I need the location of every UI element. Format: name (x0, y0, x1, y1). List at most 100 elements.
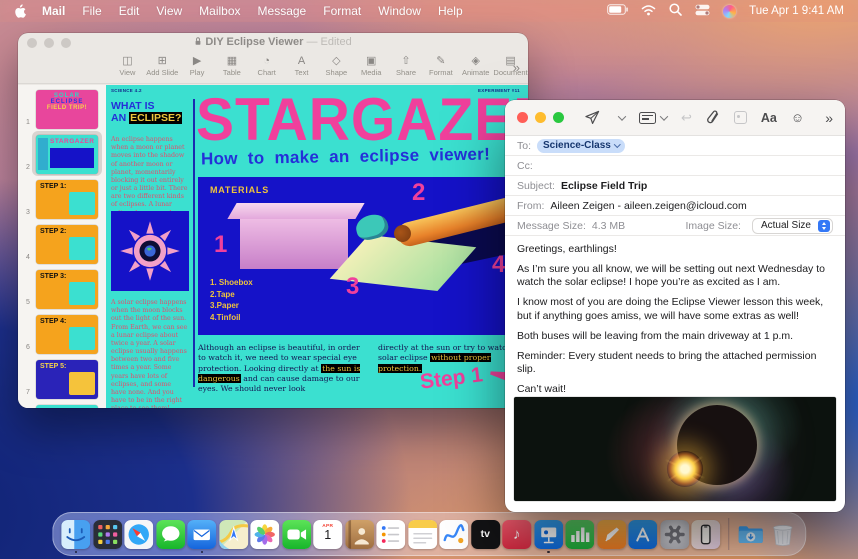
toolbar-format-button[interactable]: ✎ Format (423, 55, 458, 77)
zoom-button[interactable] (553, 112, 564, 123)
toolbar-media-button[interactable]: ▣ Media (354, 55, 389, 77)
dock-icon-app-store[interactable] (628, 515, 658, 553)
toolbar-shape-button[interactable]: ◇ Shape (319, 55, 354, 77)
figure-number-4: 4 (492, 251, 506, 278)
slide-thumbnail-1[interactable]: 1 SOLAR ECLIPSE FIELD TRIP! (18, 88, 106, 133)
dock-icon-contacts[interactable] (344, 515, 374, 553)
format-icon: ✎ (436, 55, 446, 67)
menu-bar-clock[interactable]: Tue Apr 1 9:41 AM (749, 5, 844, 17)
dock-icon-numbers[interactable] (565, 515, 595, 553)
dock-icon-calendar[interactable]: APR 1 (313, 515, 343, 553)
control-center-icon[interactable] (695, 4, 710, 19)
header-fields-button[interactable] (639, 111, 669, 124)
text-icon: A (297, 55, 306, 67)
dock-icon-keynote[interactable] (533, 515, 563, 553)
dock-icon-facetime[interactable] (281, 515, 311, 553)
slide-thumbnail-6[interactable]: 6 STEP 4: (18, 313, 106, 358)
apple-menu-icon[interactable] (14, 4, 26, 18)
slide-thumbnail-7[interactable]: 7 STEP 5: (18, 358, 106, 403)
keynote-toolbar: ◫ View ⊞ Add Slide ▶ Play ▦ Table ◔ Chart A Te… (18, 53, 528, 84)
toolbar-view-button[interactable]: ◫ View (110, 55, 145, 77)
document-icon: ▤ (505, 55, 516, 67)
slide-thumbnail-5[interactable]: 5 STEP 3: (18, 268, 106, 313)
eclipse-attachment-image[interactable] (514, 397, 836, 501)
spotlight-icon[interactable] (669, 3, 682, 19)
music-note-icon: ♪ (502, 519, 532, 549)
image-size-select[interactable]: Actual Size (751, 217, 833, 234)
dock-icon-system-settings[interactable] (659, 515, 689, 553)
keynote-window-title: DIY Eclipse Viewer — Edited (18, 36, 528, 48)
keynote-edited-label: — Edited (306, 36, 352, 48)
menu-message[interactable]: Message (258, 4, 307, 18)
toolbar-table-button[interactable]: ▦ Table (214, 55, 249, 77)
animate-icon: ◈ (471, 55, 480, 67)
dock-icon-launchpad[interactable] (92, 515, 122, 553)
mail-compose-window: ↩ Aa ☺ » To: Science-Class Cc: Subject: … (505, 100, 845, 512)
dock-icon-apple-tv[interactable]: tv (470, 515, 500, 553)
toolbar-play-button[interactable]: ▶ Play (180, 55, 215, 77)
toolbar-text-button[interactable]: A Text (284, 55, 319, 77)
slide-thumbnail-4[interactable]: 4 STEP 2: (18, 223, 106, 268)
slide-thumbnail-2-selected[interactable]: 2 STARGAZER (18, 131, 106, 178)
media-icon: ▣ (366, 55, 377, 67)
dock-icon-maps[interactable] (218, 515, 248, 553)
menu-help[interactable]: Help (438, 4, 463, 18)
menu-view[interactable]: View (156, 4, 182, 18)
menu-window[interactable]: Window (378, 4, 421, 18)
dock-icon-finder[interactable] (61, 515, 91, 553)
dock-icon-music[interactable]: ♪ (502, 515, 532, 553)
dock-icon-trash[interactable] (768, 515, 797, 553)
siri-icon[interactable] (723, 4, 737, 18)
wifi-icon[interactable] (641, 4, 656, 19)
shoebox-lid-illustration (227, 203, 365, 219)
from-field[interactable]: From: Aileen Zeigen - aileen.zeigen@iclo… (505, 196, 845, 216)
menu-mail[interactable]: Mail (42, 4, 65, 18)
table-icon: ▦ (226, 55, 238, 67)
tv-glyph: tv (470, 519, 500, 549)
slide-thumbnail-3[interactable]: 3 STEP 1: (18, 178, 106, 223)
running-indicator (74, 550, 77, 553)
recipient-token[interactable]: Science-Class (537, 138, 626, 153)
menu-edit[interactable]: Edit (119, 4, 140, 18)
dock-icon-messages[interactable] (155, 515, 185, 553)
toolbar-add-slide-button[interactable]: ⊞ Add Slide (145, 55, 180, 77)
slide-thumbnail-8[interactable]: 8 DID YOU KNOW (18, 403, 106, 408)
send-options-chevron-icon[interactable] (614, 111, 627, 121)
slide-canvas[interactable]: SCIENCE 4.2 EXPERIMENT #11 WHAT IS AN EC… (106, 85, 528, 408)
format-text-button[interactable]: Aa (761, 111, 777, 125)
to-field[interactable]: To: Science-Class (505, 136, 845, 156)
running-indicator (200, 550, 203, 553)
menu-format[interactable]: Format (323, 4, 361, 18)
cc-field[interactable]: Cc: (505, 156, 845, 176)
cc-label: Cc: (517, 159, 533, 172)
body-paragraph: Greetings, earthlings! (517, 243, 617, 255)
minimize-button[interactable] (535, 112, 546, 123)
dock-icon-downloads[interactable] (736, 515, 765, 553)
slide-divider (193, 99, 195, 387)
dock-icon-safari[interactable] (124, 515, 154, 553)
dock-icon-iphone-mirroring[interactable] (691, 515, 721, 553)
dock-icon-photos[interactable] (250, 515, 280, 553)
subject-field[interactable]: Subject: Eclipse Field Trip (505, 176, 845, 196)
dock-icon-pages[interactable] (596, 515, 626, 553)
dock-icon-mail[interactable] (187, 515, 217, 553)
token-chevron-icon (613, 141, 621, 148)
slide-materials-box: MATERIALS 1 2 3 4 1. Shoebox 2.Tape 3.Pa… (198, 177, 528, 335)
dock-icon-reminders[interactable] (376, 515, 406, 553)
dock-icon-notes[interactable] (407, 515, 437, 553)
toolbar-animate-button[interactable]: ◈ Animate (458, 55, 493, 77)
send-button[interactable] (585, 110, 600, 125)
toolbar-chart-button[interactable]: ◔ Chart (249, 55, 284, 77)
menu-file[interactable]: File (82, 4, 101, 18)
attach-button[interactable] (706, 110, 720, 125)
menu-mailbox[interactable]: Mailbox (199, 4, 240, 18)
battery-icon[interactable] (607, 4, 628, 18)
close-button[interactable] (517, 112, 528, 123)
toolbar-document-button[interactable]: ▤ Document (493, 55, 528, 77)
shoebox-illustration (240, 219, 348, 269)
toolbar-overflow-button[interactable]: » (513, 60, 520, 75)
dock-icon-freeform[interactable] (439, 515, 469, 553)
toolbar-share-button[interactable]: ⇧ Share (389, 55, 424, 77)
toolbar-overflow-button[interactable]: » (825, 110, 833, 126)
emoji-button[interactable]: ☺ (791, 111, 804, 124)
